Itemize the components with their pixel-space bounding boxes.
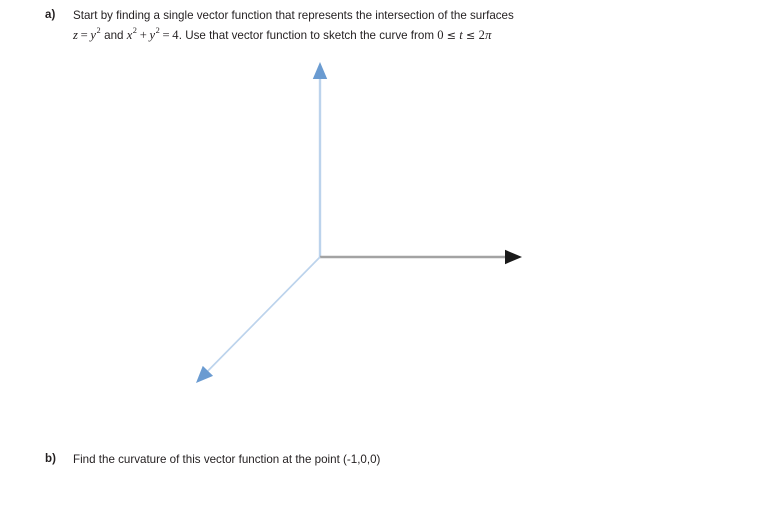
horizontal-axis	[320, 249, 522, 265]
part-b-label: b)	[45, 453, 57, 465]
diagonal-axis-line	[207, 256, 321, 372]
math-x: x	[126, 27, 133, 42]
coordinate-axes-figure	[150, 40, 570, 410]
part-a-label: a)	[45, 9, 56, 21]
axes-svg	[196, 62, 522, 383]
math-and-text: and	[100, 28, 127, 42]
math-plus: +	[139, 27, 147, 42]
part-b-body: Find the curvature of this vector functi…	[73, 450, 745, 470]
problem-part-b: b) Find the curvature of this vector fun…	[45, 450, 745, 470]
diagonal-axis	[196, 256, 321, 383]
math-equals-1: =	[80, 27, 88, 42]
part-a-line1: Start by finding a single vector functio…	[73, 9, 514, 22]
vertical-axis-arrowhead	[312, 62, 328, 79]
vertical-axis	[312, 62, 328, 257]
horizontal-axis-arrowhead	[505, 249, 522, 265]
part-b-text: Find the curvature of this vector functi…	[73, 453, 381, 466]
document-page: a) Start by finding a single vector func…	[0, 0, 783, 515]
